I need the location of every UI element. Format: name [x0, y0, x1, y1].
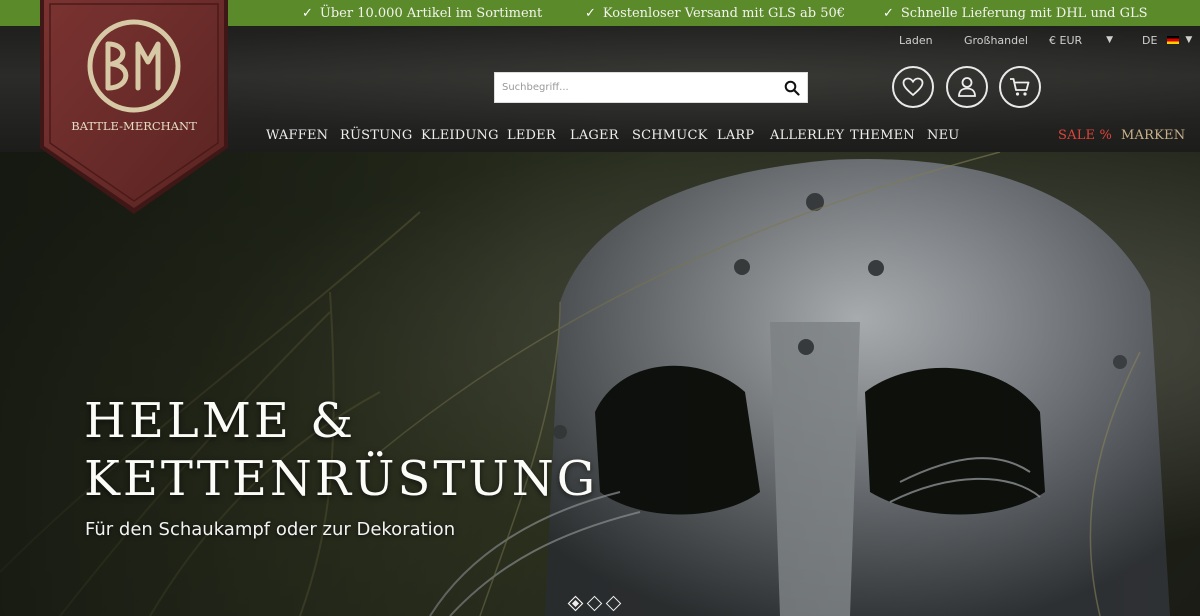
search-input[interactable]	[495, 73, 765, 102]
wishlist-button[interactable]	[892, 66, 934, 108]
user-icon	[958, 77, 976, 97]
wholesale-link-label: Großhandel	[964, 33, 1028, 47]
usp-item: ✓ Über 10.000 Artikel im Sortiment	[302, 0, 542, 26]
usp-item: ✓ Kostenloser Versand mit GLS ab 50€	[585, 0, 845, 26]
nav-item-kleidung[interactable]: KLEIDUNG	[421, 128, 499, 148]
logo-banner[interactable]: BATTLE-MERCHANT	[40, 0, 228, 222]
slider-pagination	[567, 595, 622, 612]
usp-text: Über 10.000 Artikel im Sortiment	[319, 5, 543, 21]
language-select[interactable]: DE ▼	[1142, 32, 1192, 48]
hero-title: HELME & KETTENRÜSTUNG	[84, 392, 598, 508]
slider-dot[interactable]	[605, 595, 622, 612]
currency-select[interactable]: € EUR ▼	[1049, 32, 1113, 48]
slider-dot[interactable]	[586, 595, 603, 612]
cart-button[interactable]	[999, 66, 1041, 108]
hero-title-line1: HELME &	[84, 393, 356, 449]
nav-item-allerley[interactable]: ALLERLEY	[770, 128, 844, 148]
german-flag-icon	[1167, 36, 1180, 44]
nav-item-sale[interactable]: SALE %	[1058, 128, 1112, 148]
nav-item-neu[interactable]: NEU	[927, 128, 959, 148]
nav-item-leder[interactable]: LEDER	[507, 128, 556, 148]
language-label: DE	[1142, 33, 1158, 47]
store-link-label: Laden	[899, 33, 933, 47]
hero-title-line2: KETTENRÜSTUNG	[84, 451, 599, 507]
store-link[interactable]: Laden	[899, 32, 933, 48]
nav-item-larp[interactable]: LARP	[717, 128, 754, 148]
nav-item-ruestung[interactable]: RÜSTUNG	[340, 128, 412, 148]
chevron-down-icon: ▼	[1106, 35, 1114, 45]
currency-label: € EUR	[1049, 33, 1083, 47]
usp-text: Schnelle Lieferung mit DHL und GLS	[900, 5, 1148, 21]
check-icon: ✓	[883, 5, 894, 21]
search-icon[interactable]	[784, 80, 800, 96]
nav-item-themen[interactable]: THEMEN	[850, 128, 915, 148]
heart-icon	[902, 77, 924, 97]
nav-item-marken[interactable]: MARKEN	[1121, 128, 1185, 148]
check-icon: ✓	[585, 5, 596, 21]
hero-subtitle: Für den Schaukampf oder zur Dekoration	[85, 519, 456, 540]
logo-wordmark: BATTLE-MERCHANT	[71, 119, 197, 133]
usp-text: Kostenloser Versand mit GLS ab 50€	[602, 5, 846, 21]
search-box	[494, 72, 808, 103]
nav-item-lager[interactable]: LAGER	[570, 128, 619, 148]
cart-icon	[1010, 78, 1030, 96]
account-button[interactable]	[946, 66, 988, 108]
nav-item-waffen[interactable]: WAFFEN	[266, 128, 328, 148]
check-icon: ✓	[302, 5, 313, 21]
wholesale-link[interactable]: Großhandel	[964, 32, 1028, 48]
chevron-down-icon: ▼	[1185, 35, 1193, 45]
usp-item: ✓ Schnelle Lieferung mit DHL und GLS	[883, 0, 1148, 26]
slider-dot[interactable]	[567, 595, 584, 612]
nav-item-schmuck[interactable]: SCHMUCK	[632, 128, 708, 148]
